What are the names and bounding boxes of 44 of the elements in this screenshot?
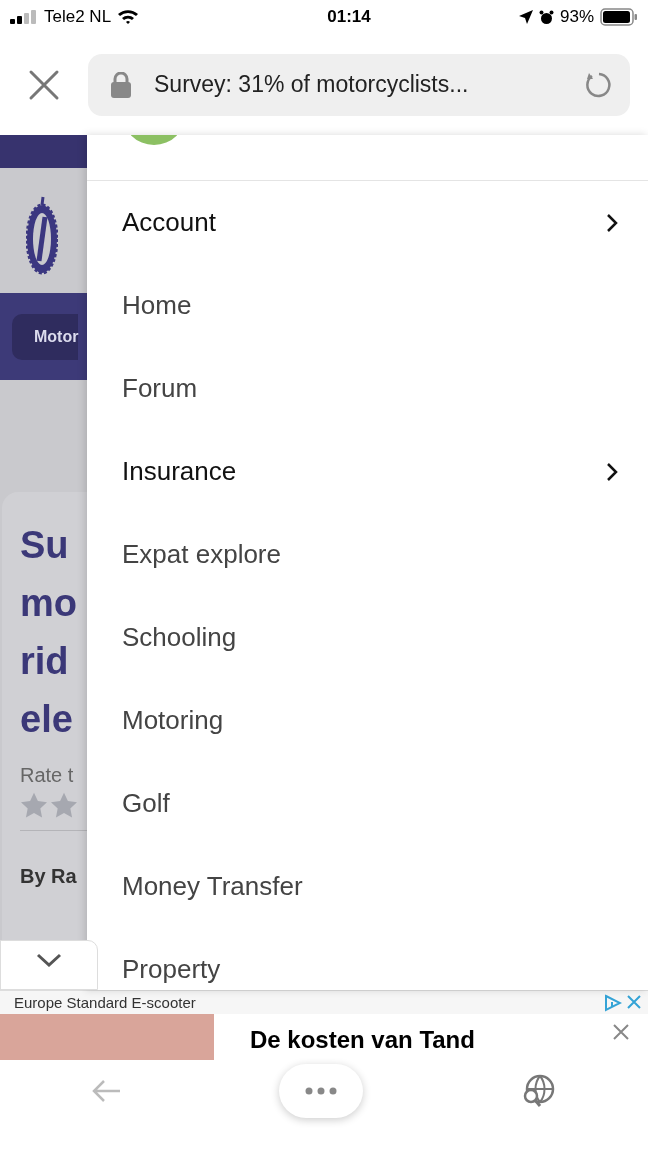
rate-label: Rate t xyxy=(20,763,75,788)
menu-item[interactable]: Property xyxy=(99,928,648,990)
byline-text: By Ra xyxy=(20,864,78,889)
menu-item[interactable]: Insurance xyxy=(99,430,648,513)
clock-time: 01:14 xyxy=(327,6,371,29)
menu-item[interactable]: Schooling xyxy=(99,596,648,679)
chevron-down-icon xyxy=(36,953,62,967)
menu-item[interactable]: Forum xyxy=(99,347,648,430)
location-arrow-icon xyxy=(518,10,533,24)
menu-item[interactable]: Motoring xyxy=(99,679,648,762)
headline-text: rid xyxy=(20,639,70,684)
close-icon[interactable] xyxy=(626,993,642,1010)
menu-item[interactable]: Home xyxy=(99,264,648,347)
close-icon[interactable] xyxy=(612,1023,630,1041)
page-title: Survey: 31% of motorcyclists... xyxy=(154,70,470,100)
address-bar[interactable]: Survey: 31% of motorcyclists... xyxy=(88,53,630,116)
battery-percentage: 93% xyxy=(559,6,594,29)
menu-item[interactable]: Expat explore xyxy=(99,513,648,596)
battery-icon xyxy=(600,8,638,26)
alarm-clock-icon xyxy=(538,9,554,25)
more-dots-icon xyxy=(305,1087,337,1095)
back-arrow-icon[interactable] xyxy=(92,1079,122,1103)
logo-icon xyxy=(26,195,58,275)
collapse-tab[interactable] xyxy=(0,940,98,990)
chevron-right-icon xyxy=(606,461,618,482)
menu-item[interactable]: Golf xyxy=(99,762,648,845)
signal-icon xyxy=(10,10,38,24)
ad-headline: De kosten van Tand xyxy=(250,1025,476,1055)
star-icon[interactable] xyxy=(20,792,48,818)
ad-strip-text: Europe Standard E-scooter xyxy=(14,993,196,1012)
breadcrumb-link[interactable]: Motor xyxy=(12,313,79,360)
headline-text: ele xyxy=(20,697,74,742)
more-button[interactable] xyxy=(279,1064,363,1118)
carrier-name: Tele2 NL xyxy=(44,6,112,29)
wifi-icon xyxy=(117,9,140,25)
menu-item[interactable]: Account xyxy=(99,181,648,264)
headline-text: mo xyxy=(20,581,78,626)
close-icon[interactable] xyxy=(28,68,60,101)
headline-text: Su xyxy=(20,523,70,568)
menu-item[interactable]: Money Transfer xyxy=(99,845,648,928)
star-icon[interactable] xyxy=(50,792,78,818)
lock-icon xyxy=(110,71,132,98)
chevron-right-icon xyxy=(606,212,618,233)
ad-choices-icon[interactable] xyxy=(604,993,622,1012)
